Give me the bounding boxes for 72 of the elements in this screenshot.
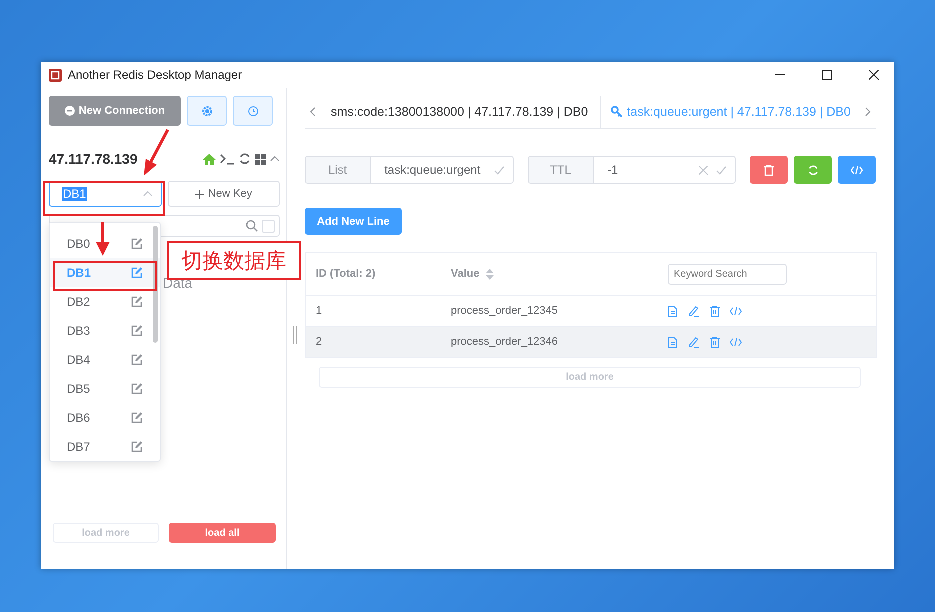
code-icon[interactable] <box>730 338 742 346</box>
database-option[interactable]: DB5 <box>50 374 160 403</box>
scrollbar[interactable] <box>153 226 158 343</box>
clock-icon <box>248 106 258 116</box>
new-key-button[interactable]: New Key <box>168 181 280 207</box>
database-option[interactable]: DB2 <box>50 287 160 316</box>
code-icon <box>851 166 863 174</box>
database-option[interactable]: DB6 <box>50 403 160 432</box>
edit-icon[interactable] <box>688 306 700 316</box>
column-header[interactable]: Value <box>451 268 480 280</box>
checkbox[interactable] <box>262 220 275 232</box>
table-cell-text: 2 <box>315 336 324 348</box>
settings-button[interactable] <box>187 96 227 126</box>
refresh-button[interactable] <box>794 156 832 184</box>
check-icon[interactable] <box>716 166 727 174</box>
sort-icon[interactable] <box>486 268 494 280</box>
new-connection-button[interactable]: New Connection <box>49 96 181 126</box>
maximize-icon <box>822 70 832 80</box>
document-icon[interactable] <box>668 336 678 348</box>
search-icon <box>246 220 258 232</box>
edit-icon[interactable] <box>131 382 143 394</box>
database-option[interactable]: DB7 <box>50 432 160 461</box>
refresh-icon <box>808 164 818 176</box>
drag-handle-icon[interactable] <box>293 326 297 344</box>
refresh-icon[interactable] <box>239 153 251 165</box>
document-icon[interactable] <box>668 306 678 316</box>
edit-icon[interactable] <box>688 336 700 348</box>
trash-icon <box>764 164 774 176</box>
collapse-icon[interactable] <box>270 156 280 162</box>
edit-icon[interactable] <box>131 266 143 278</box>
edit-icon[interactable] <box>131 354 143 366</box>
minus-circle-icon <box>64 106 75 116</box>
table-cell-text: process_order_12345 <box>451 305 560 317</box>
close-icon <box>868 70 878 80</box>
table-cell-text: process_order_12346 <box>451 336 560 348</box>
edit-icon[interactable] <box>131 440 143 452</box>
table-cell-text: 1 <box>315 305 324 317</box>
database-option[interactable]: DB3 <box>50 316 160 345</box>
history-button[interactable] <box>233 96 273 126</box>
ttl-field[interactable]: TTL -1 <box>528 156 736 184</box>
app-logo-icon <box>49 68 62 82</box>
delete-button[interactable] <box>750 156 788 184</box>
keyword-search-field[interactable]: Keyword Search <box>668 264 787 284</box>
window-title: Another Redis Desktop Manager <box>68 68 244 82</box>
annotation-callout: 切换数据库 <box>167 241 301 280</box>
edit-icon[interactable] <box>131 238 143 250</box>
chevron-up-icon <box>142 191 153 197</box>
chevron-left-icon[interactable] <box>310 107 316 117</box>
database-select[interactable]: DB1 <box>49 181 162 207</box>
edit-icon[interactable] <box>131 412 143 424</box>
code-button[interactable] <box>838 156 876 184</box>
plus-icon <box>195 190 204 198</box>
edit-icon[interactable] <box>131 296 143 308</box>
column-header: ID (Total: 2) <box>315 268 377 280</box>
key-name-field[interactable]: List task:queue:urgent <box>305 156 514 184</box>
home-icon[interactable] <box>203 154 216 164</box>
edit-icon[interactable] <box>131 324 143 336</box>
database-option[interactable]: DB4 <box>50 345 160 374</box>
grid-icon[interactable] <box>255 154 266 164</box>
trash-icon[interactable] <box>710 336 720 348</box>
database-option[interactable]: DB0 <box>50 229 160 258</box>
table-row[interactable]: 2 process_order_12346 <box>306 327 876 357</box>
code-icon[interactable] <box>730 306 742 316</box>
annotation-arrow <box>96 222 110 256</box>
clear-icon[interactable] <box>699 166 708 174</box>
connection-host: 47.117.78.139 <box>49 151 139 167</box>
key-icon <box>611 106 624 118</box>
settings-icon <box>202 106 212 116</box>
check-icon[interactable] <box>494 166 505 174</box>
terminal-icon[interactable] <box>220 154 235 164</box>
chevron-right-icon[interactable] <box>865 107 871 117</box>
trash-icon[interactable] <box>710 306 720 316</box>
